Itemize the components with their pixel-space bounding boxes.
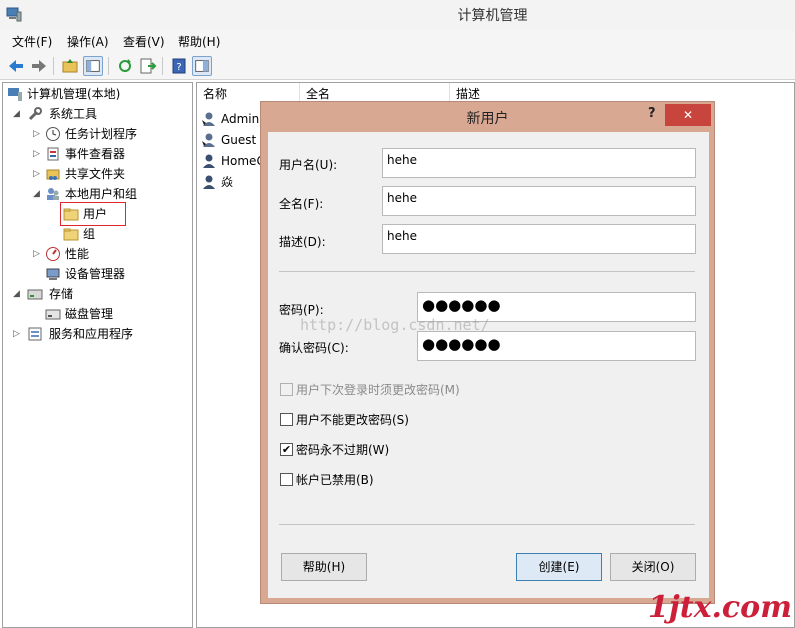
- tree-label: 磁盘管理: [65, 307, 114, 321]
- checkbox-label: 用户不能更改密码(S): [296, 413, 409, 427]
- users-selection-highlight: [60, 202, 126, 226]
- folder-icon: [63, 228, 79, 241]
- event-log-icon: [47, 147, 59, 161]
- tree-label: 事件查看器: [65, 147, 126, 161]
- expanded-arrow-icon[interactable]: ◢: [33, 185, 43, 203]
- confirm-password-field[interactable]: ●●●●●●: [417, 331, 696, 361]
- computer-management-icon: [8, 88, 22, 101]
- dialog-title: 新用户: [466, 111, 509, 127]
- list-item-label: 焱: [221, 175, 234, 189]
- list-item-label: Admini: [221, 112, 263, 126]
- collapsed-arrow-icon[interactable]: ▷: [13, 325, 23, 343]
- menubar: 文件(F) 操作(A) 查看(V) 帮助(H): [0, 30, 795, 52]
- clock-icon: [46, 127, 60, 141]
- checkbox-box[interactable]: [280, 473, 293, 486]
- tree-label: 计算机管理(本地): [27, 87, 121, 101]
- back-arrow-icon[interactable]: [6, 56, 26, 76]
- tree-label: 组: [83, 227, 96, 241]
- description-label: 描述(D):: [279, 235, 326, 249]
- user-account-icon: [202, 112, 215, 126]
- list-item-label: Guest: [221, 133, 257, 147]
- export-list-icon[interactable]: [138, 56, 158, 76]
- fullname-label: 全名(F):: [279, 197, 324, 211]
- menu-help[interactable]: 帮助(H): [178, 33, 220, 50]
- expanded-arrow-icon[interactable]: ◢: [13, 105, 23, 123]
- show-hide-tree-icon[interactable]: [83, 56, 103, 76]
- menu-file[interactable]: 文件(F): [12, 33, 52, 50]
- checkbox-label: 密码永不过期(W): [296, 443, 390, 457]
- divider: [279, 524, 695, 525]
- menu-view[interactable]: 查看(V): [123, 33, 165, 50]
- tree-label: 性能: [65, 247, 90, 261]
- tree-label: 设备管理器: [65, 267, 126, 281]
- toolbar-separator: [162, 57, 163, 75]
- help-book-icon[interactable]: ?: [169, 56, 189, 76]
- tree-label: 存储: [49, 287, 74, 301]
- refresh-icon[interactable]: [115, 56, 135, 76]
- collapsed-arrow-icon[interactable]: ▷: [33, 165, 43, 183]
- dialog-close-icon[interactable]: ✕: [665, 104, 711, 126]
- create-button[interactable]: 创建(E): [516, 553, 602, 581]
- close-button[interactable]: 关闭(O): [610, 553, 696, 581]
- fullname-field[interactable]: hehe: [382, 186, 696, 216]
- toolbar-separator: [108, 57, 109, 75]
- new-user-dialog: 新用户 ? ✕ 用户名(U): hehe 全名(F): hehe 描述(D): …: [260, 101, 715, 604]
- collapsed-arrow-icon[interactable]: ▷: [33, 245, 43, 263]
- storage-icon: [27, 289, 43, 300]
- toolbar: ?: [0, 52, 795, 80]
- brand-watermark: 1jtx.com: [648, 590, 792, 625]
- menu-action[interactable]: 操作(A): [67, 33, 109, 50]
- collapsed-arrow-icon[interactable]: ▷: [33, 125, 43, 143]
- checkbox-label: 帐户已禁用(B): [296, 473, 374, 487]
- performance-gauge-icon: [46, 247, 60, 261]
- description-field[interactable]: hehe: [382, 224, 696, 254]
- checkbox-label: 用户下次登录时须更改密码(M): [296, 383, 460, 397]
- show-action-pane-icon[interactable]: [192, 56, 212, 76]
- checkbox-box[interactable]: [280, 413, 293, 426]
- window-titlebar: 计算机管理: [0, 0, 795, 30]
- checkbox-box[interactable]: [280, 383, 293, 396]
- window-title: 计算机管理: [457, 8, 528, 24]
- tree-label: 任务计划程序: [65, 127, 138, 141]
- expanded-arrow-icon[interactable]: ◢: [13, 285, 23, 303]
- check-mark-icon[interactable]: ✔: [280, 443, 293, 456]
- navigation-tree: 计算机管理(本地) ◢ 系统工具 ▷ 任务计划程序 ▷ 事件查看器 ▷ 共享文件…: [2, 82, 193, 628]
- watermark-text: http://blog.csdn.net/: [300, 316, 490, 334]
- user-account-icon: [203, 154, 215, 168]
- forward-arrow-icon[interactable]: [29, 56, 49, 76]
- services-icon: [28, 327, 42, 341]
- user-account-icon: [202, 133, 215, 147]
- tree-label: 本地用户和组: [65, 187, 138, 201]
- dialog-body: 用户名(U): hehe 全名(F): hehe 描述(D): hehe 密码(…: [268, 132, 709, 598]
- shared-folder-icon: [46, 169, 60, 180]
- dialog-help-icon[interactable]: ?: [648, 106, 656, 121]
- users-group-icon: [47, 188, 59, 200]
- tree-label: 系统工具: [49, 107, 98, 121]
- username-field[interactable]: hehe: [382, 148, 696, 178]
- username-label: 用户名(U):: [279, 158, 338, 172]
- disk-icon: [45, 309, 61, 320]
- up-folder-icon[interactable]: [60, 56, 80, 76]
- svg-text:?: ?: [176, 62, 181, 73]
- tree-label: 共享文件夹: [65, 167, 126, 181]
- tree-label: 服务和应用程序: [49, 327, 134, 341]
- confirm-password-label: 确认密码(C):: [279, 341, 349, 355]
- user-account-icon: [203, 175, 215, 189]
- toolbar-separator: [53, 57, 54, 75]
- device-manager-icon: [46, 268, 60, 280]
- collapsed-arrow-icon[interactable]: ▷: [33, 145, 43, 163]
- tools-icon: [28, 107, 42, 121]
- divider: [279, 271, 695, 272]
- help-button[interactable]: 帮助(H): [281, 553, 367, 581]
